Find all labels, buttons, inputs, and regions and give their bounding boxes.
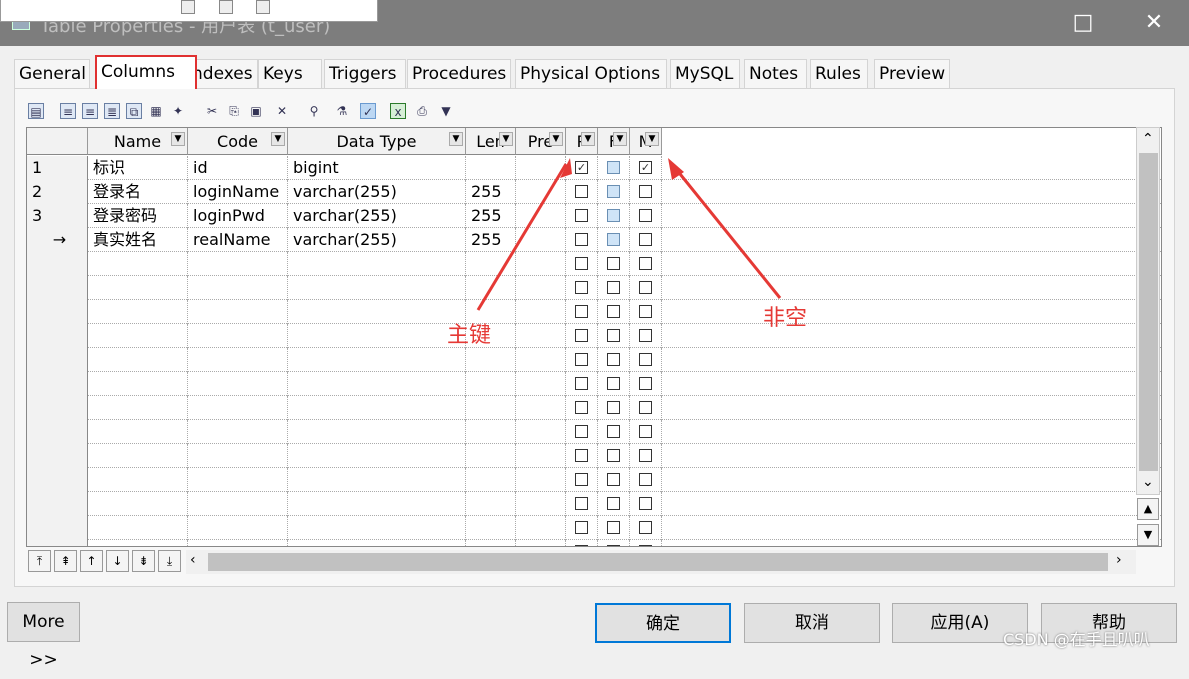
primary-key-annotation: 主键 bbox=[447, 323, 492, 348]
tab-columns[interactable]: Columns bbox=[95, 55, 197, 89]
watermark: CSDN @在手且叭叭 bbox=[1003, 630, 1150, 649]
annotation-arrows bbox=[476, 158, 782, 311]
primary-key-arrow bbox=[476, 163, 568, 311]
ok-button[interactable]: 确定 bbox=[595, 603, 731, 643]
arrowhead-icon bbox=[560, 158, 572, 178]
more-button[interactable]: More >> bbox=[7, 602, 80, 670]
not-null-arrow bbox=[670, 163, 782, 299]
cancel-button[interactable]: 取消 bbox=[744, 603, 880, 643]
not-null-annotation: 非空 bbox=[763, 306, 808, 331]
